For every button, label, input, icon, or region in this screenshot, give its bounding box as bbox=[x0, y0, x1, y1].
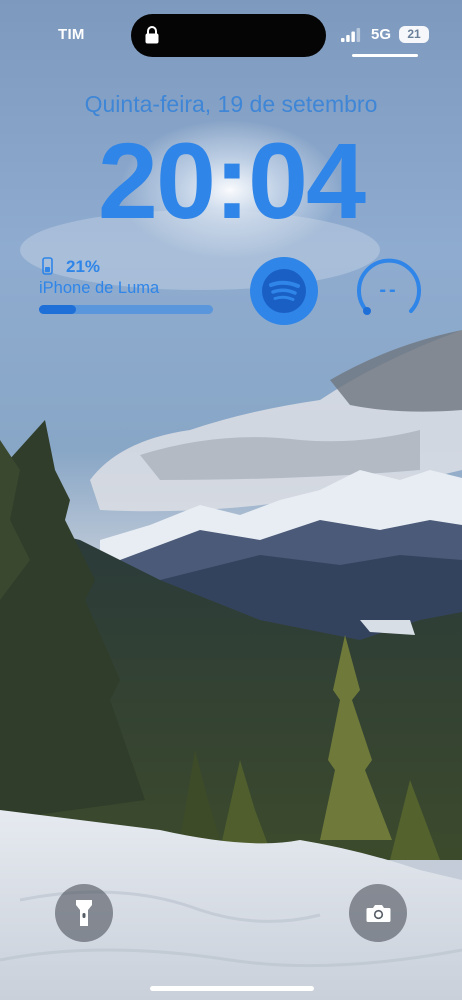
lock-screen-date[interactable]: Quinta-feira, 19 de setembro bbox=[0, 91, 462, 118]
device-name: iPhone de Luma bbox=[39, 279, 160, 297]
battery-indicator: 21 bbox=[399, 26, 429, 43]
spotify-icon bbox=[262, 269, 306, 313]
battery-percent: 21% bbox=[66, 257, 101, 276]
iphone-icon bbox=[42, 257, 53, 275]
camera-icon bbox=[366, 905, 391, 922]
cellular-signal-icon bbox=[341, 28, 361, 42]
gauge-widget[interactable]: -- bbox=[355, 257, 423, 325]
lock-icon bbox=[145, 26, 159, 44]
camera-button[interactable] bbox=[349, 884, 407, 942]
spotify-widget[interactable] bbox=[250, 257, 318, 325]
lock-screen-clock[interactable]: 20:04 bbox=[0, 126, 462, 236]
status-underline bbox=[352, 54, 418, 57]
dynamic-island[interactable] bbox=[131, 14, 326, 57]
gauge-value: -- bbox=[379, 279, 399, 301]
home-indicator[interactable] bbox=[150, 986, 314, 991]
network-type-label: 5G bbox=[371, 26, 392, 43]
flashlight-icon bbox=[76, 900, 92, 926]
flashlight-button[interactable] bbox=[55, 884, 113, 942]
battery-level-fill bbox=[39, 305, 76, 314]
carrier-label: TIM bbox=[58, 26, 85, 43]
battery-widget[interactable]: 21% iPhone de Luma bbox=[39, 256, 215, 320]
battery-level-bar bbox=[39, 305, 213, 314]
